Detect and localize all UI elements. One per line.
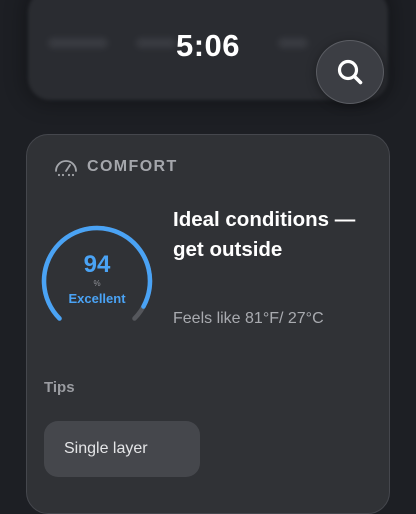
feels-like-text: Feels like 81°F/ 27°C (173, 310, 324, 327)
gauge-icon (55, 160, 77, 177)
comfort-card-title: COMFORT (87, 158, 178, 175)
comfort-gauge: 94 % Excellent (39, 223, 155, 323)
comfort-score-unit: % (93, 279, 101, 288)
tip-chip[interactable]: Single layer (44, 421, 200, 477)
tips-label: Tips (44, 379, 75, 396)
comfort-rating: Excellent (68, 291, 126, 306)
comfort-card: COMFORT 94 % Excellent Ideal conditions … (26, 134, 390, 514)
comfort-score: 94 (83, 251, 111, 278)
search-icon (337, 59, 363, 85)
search-button[interactable] (316, 40, 384, 104)
comfort-headline: Ideal conditions — get outside (173, 208, 356, 261)
comfort-card-header: COMFORT (53, 157, 178, 177)
